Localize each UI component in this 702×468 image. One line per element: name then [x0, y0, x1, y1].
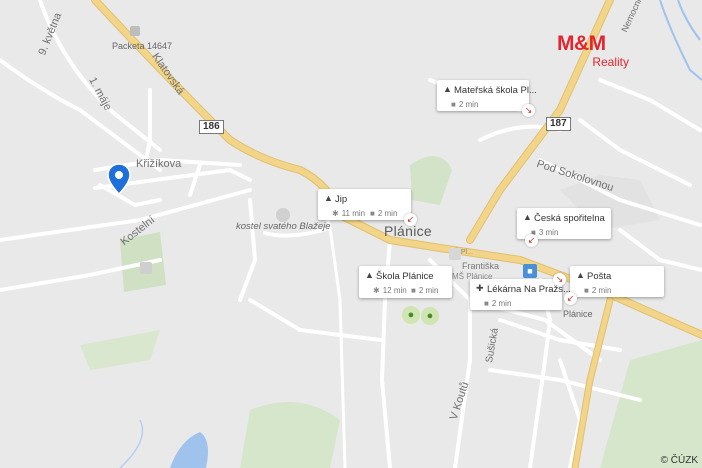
- poi-drive-time: ■ 2 min: [451, 100, 479, 109]
- school-building-icon: [449, 248, 461, 260]
- map-canvas[interactable]: 9. května 1. máje Klatovská Křižíkova Ko…: [0, 0, 702, 468]
- poi-card-materska-skola[interactable]: ▲ Mateřská škola Pl... ■ 2 min ↘: [437, 80, 537, 117]
- poi-name: Jip: [335, 194, 348, 205]
- poi-drive-time: ■ 2 min: [370, 209, 398, 218]
- poi-name: Česká spořitelna: [534, 213, 605, 224]
- park-area: [80, 330, 160, 370]
- poi-walk-time: ✱ 12 min: [373, 286, 407, 295]
- poi-card-jip[interactable]: ▲ Jip ✱ 11 min ■ 2 min ↙: [318, 189, 417, 226]
- brand-logo-text: M&M: [557, 32, 606, 55]
- brand-logo: M&M Reality: [557, 33, 635, 77]
- direction-arrow-icon: ↘: [522, 104, 535, 117]
- cemetery-marker: [140, 262, 152, 274]
- poi-card-posta[interactable]: ▲ Pošta ■ 2 min ↙: [564, 266, 664, 305]
- route-sign-186: 186: [199, 120, 224, 134]
- poi-card-lekarna[interactable]: ✚ Lékárna Na Pražs... ■ 2 min ↘: [470, 273, 571, 310]
- river: [659, 0, 702, 81]
- school-icon: ▲: [443, 84, 452, 94]
- park-area: [600, 340, 702, 468]
- location-pin-icon[interactable]: [107, 163, 131, 195]
- poi-name: Mateřská škola Pl...: [454, 85, 537, 96]
- place-label-packeta: Packeta 14647: [112, 41, 173, 51]
- school-icon: ▲: [365, 270, 374, 280]
- direction-arrow-icon: ↙: [404, 213, 417, 226]
- poi-drive-time: ■ 2 min: [484, 299, 512, 308]
- brand-logo-subtitle: Reality: [592, 55, 629, 69]
- place-label-church: kostel svatého Blažeje: [236, 221, 331, 232]
- poi-card-ceska-sporitelna[interactable]: ▲ Česká spořitelna ■ 3 min ↙: [517, 208, 611, 247]
- poi-drive-time: ■ 2 min: [584, 286, 612, 295]
- direction-arrow-icon: ↙: [564, 292, 577, 305]
- playground-icon[interactable]: ●: [421, 307, 439, 325]
- cart-icon: ▲: [324, 193, 333, 203]
- church-marker: [276, 208, 290, 222]
- pharmacy-icon: ✚: [476, 283, 484, 293]
- poi-name: Škola Plánice: [376, 271, 434, 282]
- park-area: [240, 402, 340, 468]
- place-label-frantiska: Františka: [462, 261, 500, 271]
- poi-name: Pošta: [587, 271, 612, 282]
- park-area: [410, 156, 452, 205]
- route-sign-187: 187: [546, 117, 571, 131]
- street-label-krizikova: Křižíkova: [136, 158, 182, 170]
- post-icon: ▲: [576, 270, 585, 280]
- park-icon[interactable]: ●: [402, 306, 420, 324]
- water-pond: [170, 432, 208, 468]
- poi-card-skola-planice[interactable]: ▲ Škola Plánice ✱ 12 min ■ 2 min: [359, 266, 452, 298]
- packeta-marker: [130, 26, 140, 36]
- direction-arrow-icon: ↙: [525, 234, 538, 247]
- bus-stop-icon[interactable]: ■: [523, 264, 537, 278]
- map-copyright: © ČÚZK: [660, 455, 698, 466]
- poi-drive-time: ■ 2 min: [411, 286, 439, 295]
- direction-arrow-icon: ↘: [553, 273, 566, 286]
- poi-walk-time: ✱ 11 min: [332, 209, 366, 218]
- place-label-town-small: Plánice: [563, 309, 593, 319]
- bank-icon: ▲: [523, 212, 532, 222]
